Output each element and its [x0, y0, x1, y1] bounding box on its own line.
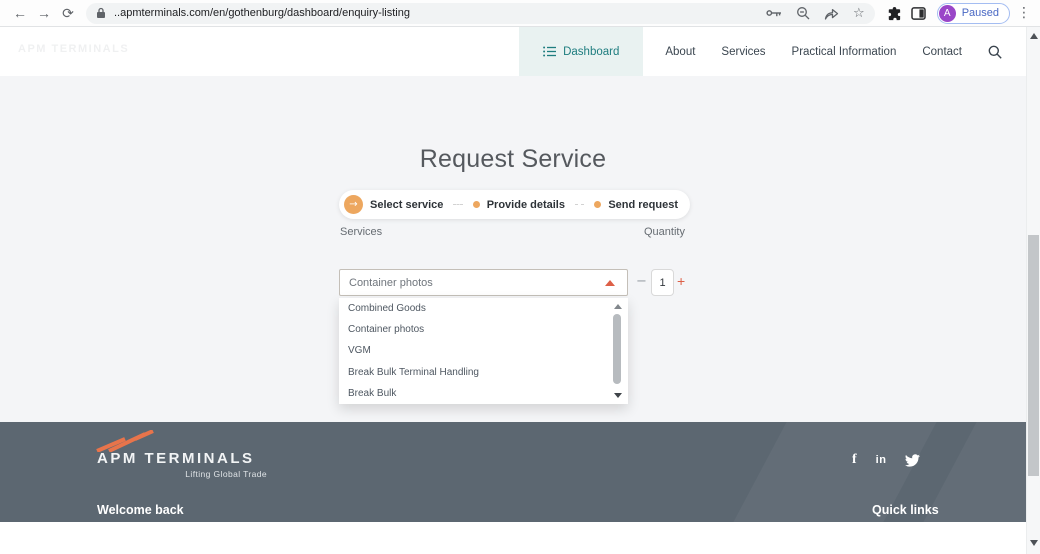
search-icon[interactable]: [988, 45, 1002, 59]
apm-terminals-logo: APM TERMINALS Lifting Global Trade: [96, 430, 267, 479]
nav-links: About Services Practical Information Con…: [643, 27, 1026, 76]
dropdown-option-break-bulk-terminal-handling[interactable]: Break Bulk Terminal Handling: [339, 362, 628, 383]
zoom-out-icon[interactable]: [796, 6, 810, 20]
browser-toolbar: ← → ⟳ ..apmterminals.com/en/gothenburg/d…: [0, 0, 1040, 27]
footer: APM TERMINALS Lifting Global Trade f in …: [0, 422, 1026, 522]
social-links: f in: [852, 452, 921, 468]
below-footer-section: [0, 522, 1026, 554]
avatar: A: [938, 4, 956, 22]
scroll-up-arrow-icon[interactable]: [614, 304, 622, 309]
twitter-icon[interactable]: [905, 453, 921, 467]
share-icon[interactable]: [824, 7, 839, 20]
forward-button[interactable]: →: [32, 2, 56, 24]
quantity-increment-button[interactable]: +: [677, 273, 685, 289]
nav-dashboard[interactable]: Dashboard: [519, 27, 644, 76]
step-label-select-service: Select service: [370, 198, 444, 211]
services-select[interactable]: Container photos: [339, 269, 628, 296]
logo-slashes-icon: [96, 430, 154, 452]
step-dot-icon: [594, 201, 602, 208]
webpage: APM TERMINALS Dashboard About Services P…: [0, 27, 1026, 554]
services-label: Services: [340, 226, 383, 238]
step-dot-icon: [472, 201, 480, 208]
dropdown-option-vgm[interactable]: VGM: [339, 340, 628, 361]
step-connector: [453, 204, 463, 205]
password-key-icon[interactable]: [766, 8, 782, 18]
nav-item-services[interactable]: Services: [721, 46, 765, 58]
request-stepper: → Select service Provide details Send re…: [339, 190, 690, 219]
forward-icon: →: [37, 5, 51, 21]
step-label-provide-details: Provide details: [486, 198, 565, 211]
scrollbar-up-arrow-icon[interactable]: [1030, 33, 1038, 39]
logo-tagline: Lifting Global Trade: [185, 469, 267, 479]
quantity-input[interactable]: 1: [651, 269, 674, 296]
nav-dashboard-label: Dashboard: [563, 45, 620, 58]
services-select-value: Container photos: [349, 276, 433, 289]
dropdown-scrollbar[interactable]: [613, 301, 622, 401]
quick-links-heading: Quick links: [872, 503, 939, 517]
page-title: Request Service: [419, 145, 607, 173]
facebook-icon[interactable]: f: [852, 452, 857, 468]
nav-item-about[interactable]: About: [665, 46, 695, 58]
welcome-back-heading: Welcome back: [97, 503, 184, 517]
reload-icon: ⟳: [62, 4, 74, 21]
reload-button[interactable]: ⟳: [56, 2, 80, 24]
dropdown-scrollbar-thumb[interactable]: [613, 314, 621, 384]
url-bar[interactable]: ..apmterminals.com/en/gothenburg/dashboa…: [86, 2, 875, 24]
bookmark-star-icon[interactable]: ☆: [853, 6, 865, 21]
dropdown-option-break-bulk[interactable]: Break Bulk: [339, 383, 628, 404]
quantity-decrement-button[interactable]: −: [636, 274, 647, 289]
scrollbar-thumb[interactable]: [1028, 235, 1039, 476]
linkedin-icon[interactable]: in: [876, 454, 887, 466]
quantity-label: Quantity: [644, 226, 685, 238]
dropdown-option-container-photos[interactable]: Container photos: [339, 319, 628, 340]
nav-item-contact[interactable]: Contact: [922, 46, 962, 58]
step-label-send-request: Send request: [608, 198, 678, 211]
collapse-arrow-icon: [605, 279, 615, 286]
profile-chip[interactable]: A Paused: [936, 2, 1010, 24]
step-active-arrow-icon: →: [344, 195, 363, 214]
back-button[interactable]: ←: [8, 2, 32, 24]
profile-status-label: Paused: [961, 7, 999, 19]
step-connector: [574, 204, 585, 205]
browser-menu-button[interactable]: ⋮: [1016, 5, 1032, 21]
lock-icon[interactable]: [96, 7, 106, 19]
faded-logo: APM TERMINALS: [18, 43, 130, 55]
scroll-down-arrow-icon[interactable]: [614, 393, 622, 398]
scrollbar-down-arrow-icon[interactable]: [1030, 540, 1038, 546]
dashboard-list-icon: [543, 46, 557, 57]
logo-wordmark: APM TERMINALS: [97, 450, 255, 467]
back-icon: ←: [13, 5, 27, 21]
url-text[interactable]: ..apmterminals.com/en/gothenburg/dashboa…: [114, 7, 752, 19]
site-header: APM TERMINALS Dashboard About Services P…: [0, 27, 1026, 76]
browser-window: ← → ⟳ ..apmterminals.com/en/gothenburg/d…: [0, 0, 1040, 554]
side-panel-icon[interactable]: [907, 6, 931, 20]
page-scrollbar[interactable]: [1026, 27, 1040, 554]
nav-item-practical-information[interactable]: Practical Information: [792, 46, 897, 58]
dropdown-option-combined-goods[interactable]: Combined Goods: [339, 298, 628, 319]
extensions-puzzle-icon[interactable]: [883, 6, 907, 21]
services-dropdown-panel: Combined Goods Container photos VGM Brea…: [339, 298, 628, 404]
